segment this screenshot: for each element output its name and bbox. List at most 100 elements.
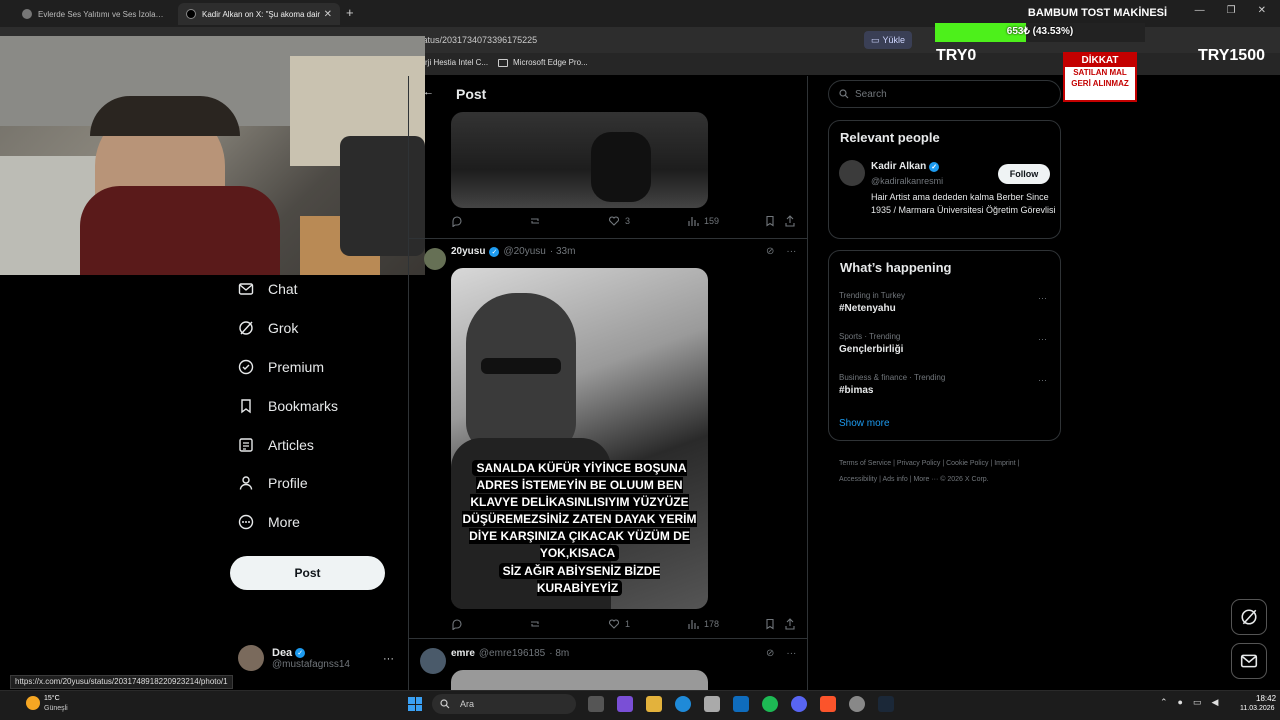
tweet-time[interactable]: · 8m: [549, 648, 569, 659]
person-name[interactable]: Kadir Alkan ✓: [871, 161, 940, 172]
messages-float-button[interactable]: [1231, 643, 1267, 679]
upload-icon: ▭: [870, 34, 880, 45]
more-icon[interactable]: ···: [786, 246, 796, 257]
outlook-icon[interactable]: [733, 696, 749, 712]
grok-float-button[interactable]: [1231, 599, 1267, 635]
clock-time[interactable]: 18:42: [1256, 694, 1276, 703]
nav-item-articles[interactable]: Articles: [238, 437, 314, 453]
url-text[interactable]: tatus/2031734073396175225: [420, 35, 537, 45]
weather-desc[interactable]: Güneşli: [44, 705, 68, 712]
tweet-divider: [409, 638, 807, 639]
tweet-author-name[interactable]: 20yusu: [451, 246, 485, 257]
windows-start-icon[interactable]: [408, 697, 422, 711]
person-handle[interactable]: @kadiralkanresmi: [871, 176, 943, 186]
steam-icon[interactable]: [878, 696, 894, 712]
footer-links[interactable]: Terms of Service | Privacy Policy | Cook…: [839, 456, 1039, 488]
card-title: Relevant people: [840, 130, 940, 145]
retweet-button[interactable]: [529, 215, 541, 227]
trend-name[interactable]: #Netenyahu: [839, 303, 896, 314]
search-icon: [839, 89, 849, 99]
chevron-up-icon[interactable]: ⌃: [1160, 697, 1168, 708]
taskbar: [0, 690, 1280, 720]
nav-label: Profile: [268, 475, 308, 491]
view-count: 159: [704, 216, 720, 226]
folder-icon: [498, 58, 508, 67]
account-more-icon[interactable]: ···: [383, 653, 394, 665]
file-explorer-icon[interactable]: [646, 696, 662, 712]
nav-item-more[interactable]: More: [238, 514, 300, 530]
new-tab-button[interactable]: +: [346, 5, 354, 20]
search-input[interactable]: Search: [828, 80, 1061, 108]
app-icon[interactable]: [849, 696, 865, 712]
like-button[interactable]: 3: [608, 215, 630, 227]
follow-button[interactable]: Follow: [998, 164, 1050, 184]
nav-item-chat[interactable]: Chat: [238, 281, 298, 297]
more-icon[interactable]: ···: [1038, 375, 1047, 385]
account-switcher[interactable]: Dea ✓ @mustafagnss14: [238, 645, 350, 671]
more-icon[interactable]: ···: [1038, 293, 1047, 303]
bookmark-button[interactable]: [764, 618, 776, 630]
goal-start: TRY0: [936, 47, 977, 64]
grok-icon[interactable]: ⊘: [766, 246, 774, 257]
taskbar-search-label: Ara: [460, 699, 475, 709]
tab-title: Evlerde Ses Yalıtımı ve Ses İzolasyonu: [38, 9, 166, 19]
views-button[interactable]: 178: [687, 618, 719, 630]
avatar[interactable]: [420, 648, 446, 674]
post-button[interactable]: Post: [230, 556, 385, 590]
tweet-time[interactable]: · 33m: [550, 246, 576, 257]
share-button[interactable]: [784, 215, 796, 227]
sun-icon[interactable]: [26, 696, 40, 710]
views-button[interactable]: 159: [687, 215, 719, 227]
microphone-icon[interactable]: ●: [1178, 697, 1183, 708]
tweet-author-name[interactable]: emre: [451, 648, 475, 659]
bookmark-item[interactable]: rji Hestia Intel C...: [425, 58, 488, 67]
tweet-media[interactable]: [451, 670, 708, 690]
nav-item-profile[interactable]: Profile: [238, 475, 308, 491]
back-arrow-icon[interactable]: ←: [423, 86, 434, 98]
trend-name[interactable]: Gençlerbirliği: [839, 344, 903, 355]
reply-button[interactable]: [451, 215, 463, 227]
upload-button[interactable]: ▭ Yükle: [864, 31, 912, 49]
spotify-icon[interactable]: [762, 696, 778, 712]
grok-icon[interactable]: ⊘: [766, 648, 774, 659]
bookmark-button[interactable]: [764, 215, 776, 227]
close-icon[interactable]: ✕: [1258, 5, 1266, 16]
edge-icon[interactable]: [675, 696, 691, 712]
share-button[interactable]: [784, 618, 796, 630]
like-count: 1: [625, 619, 631, 629]
discord-icon[interactable]: [791, 696, 807, 712]
minimize-icon[interactable]: —: [1195, 5, 1205, 16]
task-view-icon[interactable]: [588, 696, 604, 712]
close-icon[interactable]: ✕: [324, 9, 332, 20]
like-button[interactable]: 1: [608, 618, 630, 630]
avatar[interactable]: [424, 248, 446, 270]
show-more-link[interactable]: Show more: [839, 418, 890, 429]
network-icon[interactable]: ▭: [1193, 697, 1202, 708]
trend-name[interactable]: #bimas: [839, 385, 873, 396]
search-placeholder: Search: [855, 88, 887, 100]
volume-icon[interactable]: ◀: [1212, 697, 1219, 708]
maximize-icon[interactable]: ❐: [1227, 5, 1236, 16]
nav-item-premium[interactable]: Premium: [238, 359, 324, 375]
reply-button[interactable]: [451, 618, 463, 630]
app-icon[interactable]: [704, 696, 720, 712]
taskbar-search[interactable]: Ara: [432, 694, 576, 714]
retweet-button[interactable]: [529, 618, 541, 630]
brave-icon[interactable]: [820, 696, 836, 712]
globe-icon: [22, 9, 32, 19]
profile-icon: [238, 475, 254, 491]
tweet-author-handle[interactable]: @20yusu: [503, 246, 545, 257]
tweet-media[interactable]: [451, 112, 708, 208]
store-icon[interactable]: [617, 696, 633, 712]
weather-temp[interactable]: 15°C: [44, 695, 60, 702]
avatar[interactable]: [839, 160, 865, 186]
nav-item-grok[interactable]: Grok: [238, 320, 298, 336]
browser-tab-active[interactable]: Kadir Alkan on X: "Şu akoma dair ✕: [178, 3, 340, 25]
more-icon[interactable]: ···: [1038, 334, 1047, 344]
tweet-author-handle[interactable]: @emre196185: [479, 648, 545, 659]
clock-date[interactable]: 11.03.2026: [1240, 705, 1275, 712]
more-icon[interactable]: ···: [786, 648, 796, 659]
nav-item-bookmarks[interactable]: Bookmarks: [238, 398, 338, 414]
browser-tab[interactable]: Evlerde Ses Yalıtımı ve Ses İzolasyonu: [14, 3, 174, 25]
bookmark-item[interactable]: Microsoft Edge Pro...: [498, 58, 588, 67]
